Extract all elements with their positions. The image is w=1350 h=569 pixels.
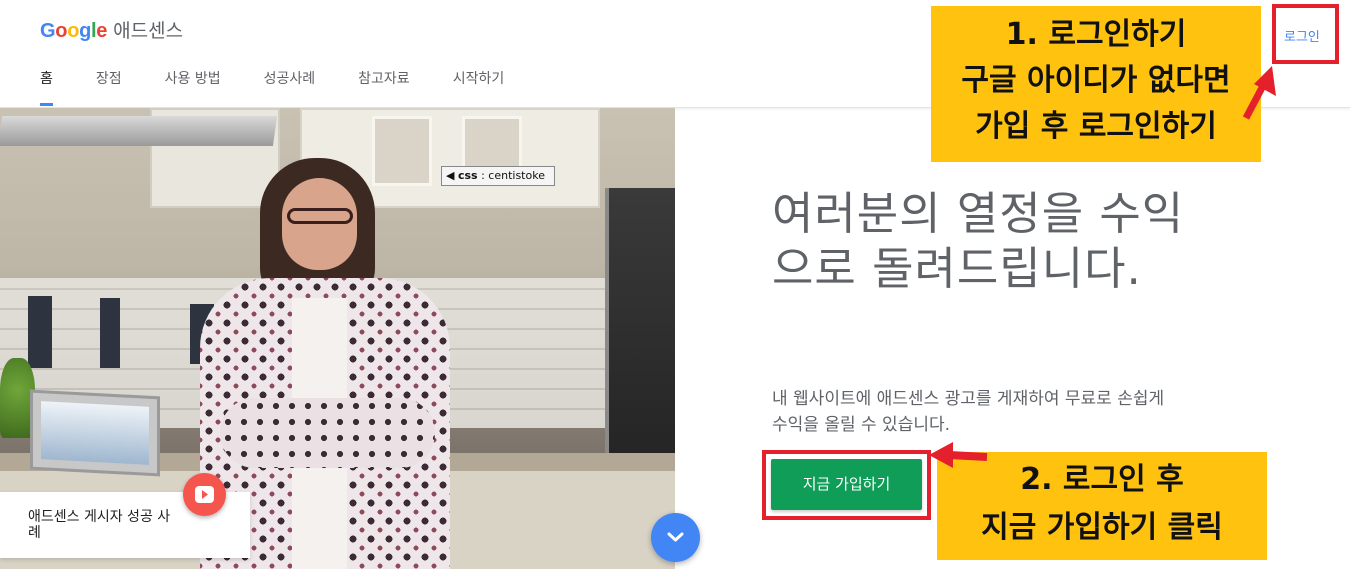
annotation-line: 구글 아이디가 없다면 — [961, 63, 1231, 98]
nav-item-how-it-works[interactable]: 사용 방법 — [165, 68, 221, 108]
hero-headline: 여러분의 열정을 수익으로 돌려드립니다. — [772, 187, 1185, 295]
person-crossed-arms — [220, 398, 435, 468]
laptop — [30, 389, 160, 477]
watermark-label: ◀︎ css : centistoke — [441, 166, 555, 186]
annotation-line: 지금 가입하기 클릭 — [981, 510, 1223, 545]
annotation-line: 가입 후 로그인하기 — [975, 109, 1217, 144]
chevron-down-icon — [667, 532, 684, 542]
person-face — [282, 178, 357, 270]
nav-item-success-stories[interactable]: 성공사례 — [264, 68, 316, 108]
signup-button[interactable]: 지금 가입하기 — [771, 459, 922, 510]
annotation-login-note: 1. 로그인하기 구글 아이디가 없다면 가입 후 로그인하기 — [931, 6, 1261, 162]
main-nav: 홈 장점 사용 방법 성공사례 참고자료 시작하기 — [40, 68, 547, 108]
range-hood — [0, 116, 278, 146]
watermark-tag: css — [457, 169, 478, 182]
google-wordmark: Google — [40, 20, 108, 42]
person-glasses — [287, 208, 353, 224]
play-video-button[interactable] — [183, 473, 226, 516]
success-story-text: 애드센스 게시자 성공 사례 — [28, 509, 171, 541]
nav-item-benefits[interactable]: 장점 — [96, 68, 122, 108]
nav-item-home[interactable]: 홈 — [40, 68, 53, 108]
nav-item-resources[interactable]: 참고자료 — [358, 68, 410, 108]
hero-description: 내 웹사이트에 애드센스 광고를 게재하여 무료로 손쉽게 수익을 올릴 수 있… — [772, 389, 1165, 435]
annotation-arrow-icon — [1242, 66, 1276, 120]
annotation-line: 1. 로그인하기 — [1005, 17, 1187, 52]
watermark-text: : centistoke — [481, 169, 545, 182]
adsense-logo[interactable]: Google 애드센스 — [40, 16, 183, 43]
login-highlight-box — [1272, 4, 1339, 64]
nav-item-get-started[interactable]: 시작하기 — [453, 68, 505, 108]
play-icon — [195, 486, 214, 503]
annotation-arrow-icon — [929, 442, 988, 468]
wall-tile-accent — [28, 296, 52, 368]
scroll-down-button[interactable] — [651, 513, 700, 562]
laptop-screen — [41, 401, 149, 465]
adsense-page: Google 애드센스 홈 장점 사용 방법 성공사례 참고자료 시작하기 로그… — [0, 0, 1350, 569]
product-name: 애드센스 — [113, 20, 184, 42]
wall-tile-accent — [100, 298, 120, 368]
